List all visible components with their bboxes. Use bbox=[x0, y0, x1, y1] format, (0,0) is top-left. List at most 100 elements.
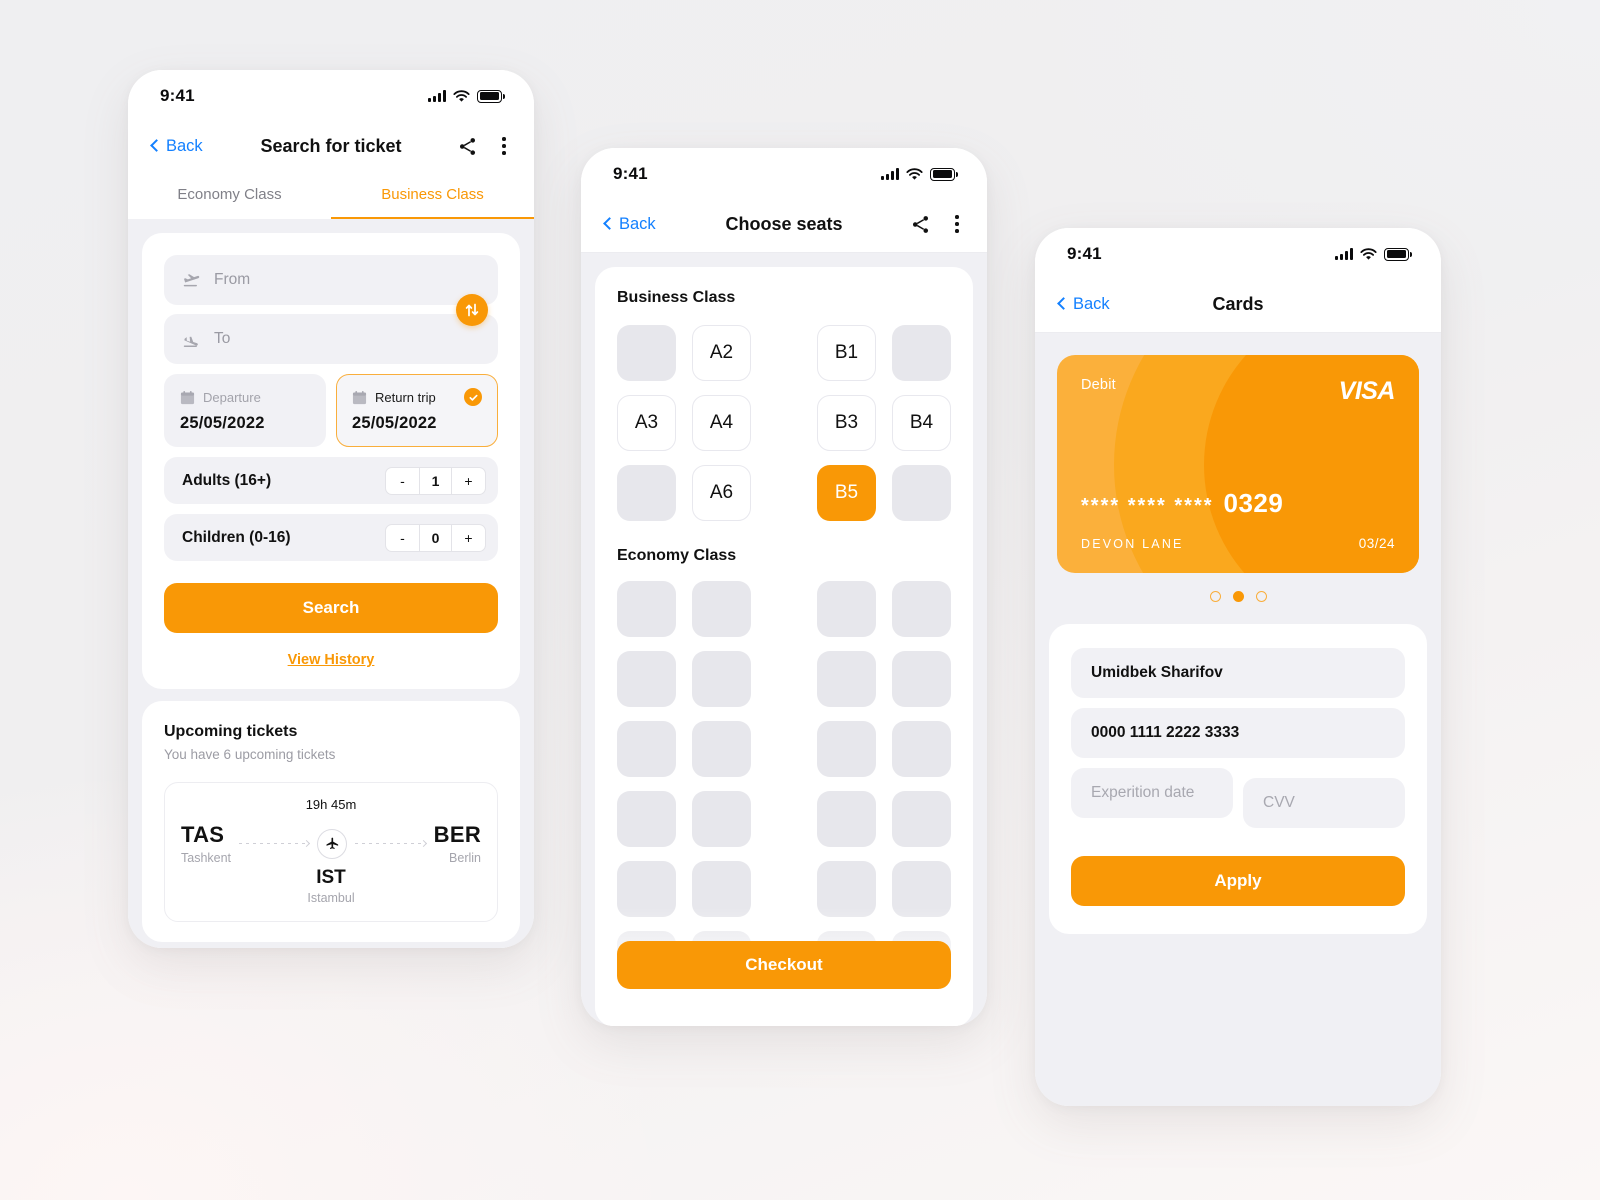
seat-aisle bbox=[767, 395, 801, 451]
pagination-dot-1[interactable] bbox=[1209, 591, 1221, 602]
search-button[interactable]: Search bbox=[164, 583, 498, 633]
children-label: Children (0-16) bbox=[182, 528, 291, 546]
seat-A2[interactable]: A2 bbox=[692, 325, 751, 381]
plane-landing-icon bbox=[183, 336, 198, 348]
ticket-route: TAS Tashkent BER Berlin bbox=[181, 822, 481, 865]
children-increment-button[interactable]: + bbox=[452, 525, 485, 551]
back-button[interactable]: Back bbox=[150, 137, 203, 156]
tab-business-class[interactable]: Business Class bbox=[331, 174, 534, 219]
status-bar: 9:41 bbox=[1035, 228, 1441, 276]
back-button[interactable]: Back bbox=[603, 215, 656, 234]
seat-aisle bbox=[767, 791, 801, 847]
seat-B1[interactable]: B1 bbox=[817, 325, 876, 381]
return-value: 25/05/2022 bbox=[352, 414, 437, 432]
search-screen-body: From To Departure 25/05/2022 Return trip… bbox=[128, 219, 534, 948]
share-icon[interactable] bbox=[910, 214, 931, 235]
calendar-icon bbox=[180, 390, 195, 404]
upcoming-tickets-title: Upcoming tickets bbox=[164, 723, 298, 740]
children-value: 0 bbox=[419, 524, 452, 551]
seat-A4[interactable]: A4 bbox=[692, 395, 751, 451]
seat-unavailable bbox=[817, 861, 876, 917]
seat-unavailable bbox=[692, 651, 751, 707]
view-history-row: View History bbox=[164, 651, 498, 669]
dest-code: BER bbox=[433, 822, 482, 847]
seat-unavailable bbox=[617, 791, 676, 847]
checkout-bar: Checkout bbox=[617, 941, 951, 989]
ticket-card[interactable]: 19h 45m TAS Tashkent BER Berlin IST Ista… bbox=[164, 782, 498, 922]
phone-choose-seats: 9:41 Back Choose seats Business Class A2… bbox=[581, 148, 987, 1026]
to-placeholder: To bbox=[214, 330, 231, 347]
status-icons bbox=[1335, 247, 1412, 261]
back-label: Back bbox=[1073, 294, 1110, 313]
card-holder-input[interactable]: Umidbek Sharifov bbox=[1071, 648, 1405, 698]
business-class-heading: Business Class bbox=[617, 289, 736, 306]
seat-aisle bbox=[767, 651, 801, 707]
visa-logo: VISA bbox=[1338, 377, 1396, 405]
share-icon[interactable] bbox=[457, 136, 478, 157]
seat-A6[interactable]: A6 bbox=[692, 465, 751, 521]
seat-aisle bbox=[767, 581, 801, 637]
expiry-date-input[interactable]: Experition date bbox=[1071, 768, 1233, 818]
chevron-left-icon bbox=[1057, 297, 1070, 310]
nav-actions bbox=[457, 134, 510, 157]
seat-unavailable bbox=[892, 721, 951, 777]
from-field[interactable]: From bbox=[164, 255, 498, 305]
apply-button[interactable]: Apply bbox=[1071, 856, 1405, 906]
back-button[interactable]: Back bbox=[1057, 294, 1110, 314]
dotted-line bbox=[355, 843, 422, 844]
seat-unavailable bbox=[892, 465, 951, 521]
pagination-dot-2[interactable] bbox=[1232, 591, 1244, 602]
seat-B5[interactable]: B5 bbox=[817, 465, 876, 521]
business-seat-grid: A2 B1 A3 A4 B3 B4 A6 B5 bbox=[617, 325, 951, 521]
status-bar: 9:41 bbox=[581, 148, 987, 196]
adults-decrement-button[interactable]: - bbox=[386, 468, 419, 494]
class-tabs: Economy Class Business Class bbox=[128, 174, 534, 219]
seat-unavailable bbox=[617, 325, 676, 381]
cvv-input[interactable]: CVV bbox=[1243, 778, 1405, 828]
card-number-input[interactable]: 0000 1111 2222 3333 bbox=[1071, 708, 1405, 758]
seat-A3[interactable]: A3 bbox=[617, 395, 676, 451]
card-expiry: 03/24 bbox=[1358, 536, 1395, 551]
to-field[interactable]: To bbox=[164, 314, 498, 364]
seat-B3[interactable]: B3 bbox=[817, 395, 876, 451]
stop-city: Istambul bbox=[307, 891, 355, 905]
dest-city: Berlin bbox=[449, 851, 482, 865]
pagination-dot-3[interactable] bbox=[1255, 591, 1267, 602]
phone-search-for-ticket: 9:41 Back Search for ticket Economy Clas… bbox=[128, 70, 534, 948]
more-options-icon[interactable] bbox=[498, 134, 510, 157]
cellular-signal-icon bbox=[881, 168, 899, 180]
ticket-stopover: IST Istambul bbox=[181, 867, 481, 905]
wifi-icon bbox=[906, 167, 923, 180]
chevron-left-icon bbox=[603, 217, 616, 230]
seat-unavailable bbox=[817, 721, 876, 777]
nav-bar: Back Choose seats bbox=[581, 196, 987, 252]
seat-unavailable bbox=[692, 861, 751, 917]
children-decrement-button[interactable]: - bbox=[386, 525, 419, 551]
return-trip-checkbox[interactable] bbox=[464, 388, 482, 406]
view-history-link[interactable]: View History bbox=[288, 652, 375, 668]
tab-economy-class[interactable]: Economy Class bbox=[128, 174, 331, 219]
children-stepper: - 0 + bbox=[385, 523, 486, 552]
seat-aisle bbox=[767, 465, 801, 521]
wifi-icon bbox=[453, 89, 470, 102]
seat-unavailable bbox=[692, 581, 751, 637]
seat-unavailable bbox=[892, 791, 951, 847]
seat-B4[interactable]: B4 bbox=[892, 395, 951, 451]
card-number-last4: 0329 bbox=[1223, 488, 1284, 518]
seat-unavailable bbox=[892, 325, 951, 381]
seat-unavailable bbox=[692, 791, 751, 847]
airplane-icon bbox=[326, 837, 338, 849]
credit-card[interactable]: Debit VISA **** **** **** 0329 DEVON LAN… bbox=[1057, 355, 1419, 573]
return-date-field[interactable]: Return trip 25/05/2022 bbox=[336, 374, 498, 447]
card-number: **** **** **** 0329 bbox=[1081, 488, 1395, 519]
swap-route-button[interactable] bbox=[456, 293, 488, 326]
origin-code: TAS bbox=[181, 822, 225, 847]
stop-code: IST bbox=[316, 867, 346, 888]
checkout-button[interactable]: Checkout bbox=[617, 941, 951, 989]
adults-value: 1 bbox=[419, 467, 452, 494]
departure-date-field[interactable]: Departure 25/05/2022 bbox=[164, 374, 326, 447]
adults-increment-button[interactable]: + bbox=[452, 468, 485, 494]
children-row: Children (0-16) - 0 + bbox=[164, 514, 498, 561]
adults-stepper: - 1 + bbox=[385, 466, 486, 495]
more-options-icon[interactable] bbox=[951, 212, 963, 235]
